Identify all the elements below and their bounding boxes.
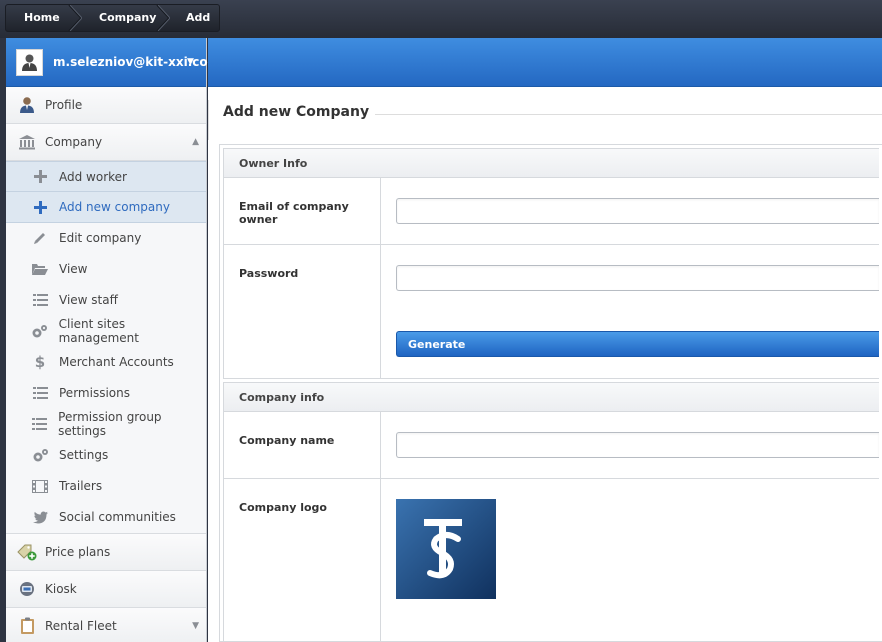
sidebar-item-label: Company	[45, 135, 103, 149]
breadcrumb: Home Company Add	[5, 4, 220, 32]
list-icon	[31, 415, 48, 433]
password-field[interactable]	[396, 265, 879, 291]
divider	[208, 100, 209, 140]
breadcrumb-company[interactable]: Company	[76, 5, 170, 31]
sidebar-item-rental-fleet[interactable]: Rental Fleet ▼	[6, 608, 206, 642]
company-submenu: Add worker Add new company Edit company …	[6, 161, 206, 534]
form-row-password: Password Generate	[223, 245, 879, 379]
email-field-cell	[381, 178, 879, 244]
main-header-bar	[208, 38, 882, 87]
twitter-icon	[31, 508, 49, 526]
sidebar-subitem-label: Trailers	[59, 479, 103, 493]
sidebar-subitem-label: Permissions	[59, 386, 130, 400]
company-name-label: Company name	[224, 412, 381, 478]
gears-icon	[31, 322, 49, 340]
top-bar: Home Company Add	[0, 0, 882, 38]
sidebar-subitem-add-worker[interactable]: Add worker	[6, 161, 206, 192]
sidebar-subitem-label: Add worker	[59, 169, 127, 184]
company-logo-label: Company logo	[224, 479, 381, 642]
film-icon	[31, 477, 49, 495]
email-label: Email of company owner	[224, 178, 381, 244]
sidebar-subitem-social-communities[interactable]: Social communities	[6, 502, 206, 533]
company-name-field[interactable]	[396, 432, 879, 458]
main-content: Add new Company Owner Info Email of comp…	[208, 38, 882, 642]
list-icon	[31, 291, 49, 309]
user-icon	[16, 94, 38, 116]
bank-icon	[16, 131, 38, 153]
folder-open-icon	[31, 260, 49, 278]
sidebar-subitem-label: Settings	[59, 448, 109, 462]
company-name-field-cell	[381, 412, 879, 478]
user-avatar-icon	[17, 50, 42, 75]
sidebar-item-label: Profile	[45, 98, 83, 112]
sidebar-item-profile[interactable]: Profile	[6, 87, 206, 124]
plus-icon	[31, 168, 49, 186]
breadcrumb-home[interactable]: Home	[6, 5, 82, 31]
form-row-company-name: Company name	[223, 412, 879, 479]
sidebar-subitem-settings[interactable]: Settings	[6, 440, 206, 471]
ts-logo-icon	[396, 499, 496, 599]
avatar	[16, 49, 43, 76]
sidebar-item-label: Kiosk	[45, 582, 77, 596]
price-tag-add-icon	[16, 541, 38, 563]
sidebar-subitem-client-sites-management[interactable]: Client sites management	[6, 316, 206, 347]
sidebar-subitem-label: Client sites management	[58, 317, 139, 345]
form-row-email: Email of company owner	[223, 178, 879, 245]
breadcrumb-company-label: Company	[99, 11, 157, 24]
list-icon	[31, 384, 49, 402]
user-email: m.selezniov@kit-xxi.co...	[53, 55, 222, 69]
sidebar-item-price-plans[interactable]: Price plans	[6, 534, 206, 571]
caret-down-icon[interactable]: ▼	[192, 621, 199, 631]
sidebar-subitem-view-staff[interactable]: View staff	[6, 285, 206, 316]
sidebar-subitem-label: Add new company	[59, 200, 170, 214]
sidebar-item-label: Price plans	[45, 545, 111, 559]
gears-icon	[31, 446, 49, 464]
company-logo-field-cell	[381, 479, 879, 642]
email-field[interactable]	[396, 198, 879, 224]
breadcrumb-add: Add	[164, 5, 219, 31]
breadcrumb-home-label: Home	[24, 11, 60, 24]
caret-down-icon[interactable]: ▼	[187, 57, 194, 67]
user-bar[interactable]: m.selezniov@kit-xxi.co... ▼	[6, 38, 221, 87]
sidebar-subitem-view[interactable]: View	[6, 254, 206, 285]
sidebar-subitem-label: Edit company	[59, 231, 142, 245]
sidebar-item-kiosk[interactable]: Kiosk	[6, 571, 206, 608]
section-owner-info: Owner Info	[223, 148, 879, 178]
sidebar-subitem-label: Social communities	[59, 510, 176, 524]
sidebar-item-label: Rental Fleet	[45, 619, 117, 633]
sidebar-subitem-label: Permission group settings	[58, 410, 162, 438]
divider	[350, 114, 882, 115]
sidebar-subitem-label: Merchant Accounts	[59, 355, 174, 369]
pencil-icon	[31, 229, 49, 247]
kiosk-icon	[16, 578, 38, 600]
sidebar-subitem-trailers[interactable]: Trailers	[6, 471, 206, 502]
sidebar-subitem-merchant-accounts[interactable]: $ Merchant Accounts	[6, 347, 206, 378]
sidebar-subitem-permissions[interactable]: Permissions	[6, 378, 206, 409]
password-field-cell: Generate	[381, 245, 879, 378]
clipboard-icon	[16, 615, 38, 637]
sidebar-subitem-label: View staff	[59, 293, 118, 307]
sidebar-subitem-label: View	[59, 262, 88, 276]
sidebar-subitem-permission-group-settings[interactable]: Permission group settings	[6, 409, 206, 440]
section-company-info: Company info	[223, 382, 879, 412]
page-title: Add new Company	[223, 104, 376, 120]
caret-up-icon[interactable]: ▲	[192, 137, 199, 147]
password-label: Password	[224, 245, 381, 378]
sidebar: m.selezniov@kit-xxi.co... ▼ Profile Comp…	[6, 38, 221, 642]
form-row-company-logo: Company logo	[223, 479, 879, 642]
sidebar-item-company[interactable]: Company ▲	[6, 124, 206, 161]
add-company-form: Owner Info Email of company owner Passwo…	[219, 144, 882, 642]
dollar-icon: $	[34, 353, 46, 371]
sidebar-subitem-add-new-company[interactable]: Add new company	[6, 192, 206, 223]
panel-header: Add new Company	[208, 100, 882, 140]
sidebar-subitem-edit-company[interactable]: Edit company	[6, 223, 206, 254]
generate-button[interactable]: Generate	[396, 331, 879, 357]
breadcrumb-add-label: Add	[186, 11, 211, 24]
company-logo-image[interactable]	[396, 499, 496, 599]
plus-icon	[31, 198, 49, 216]
